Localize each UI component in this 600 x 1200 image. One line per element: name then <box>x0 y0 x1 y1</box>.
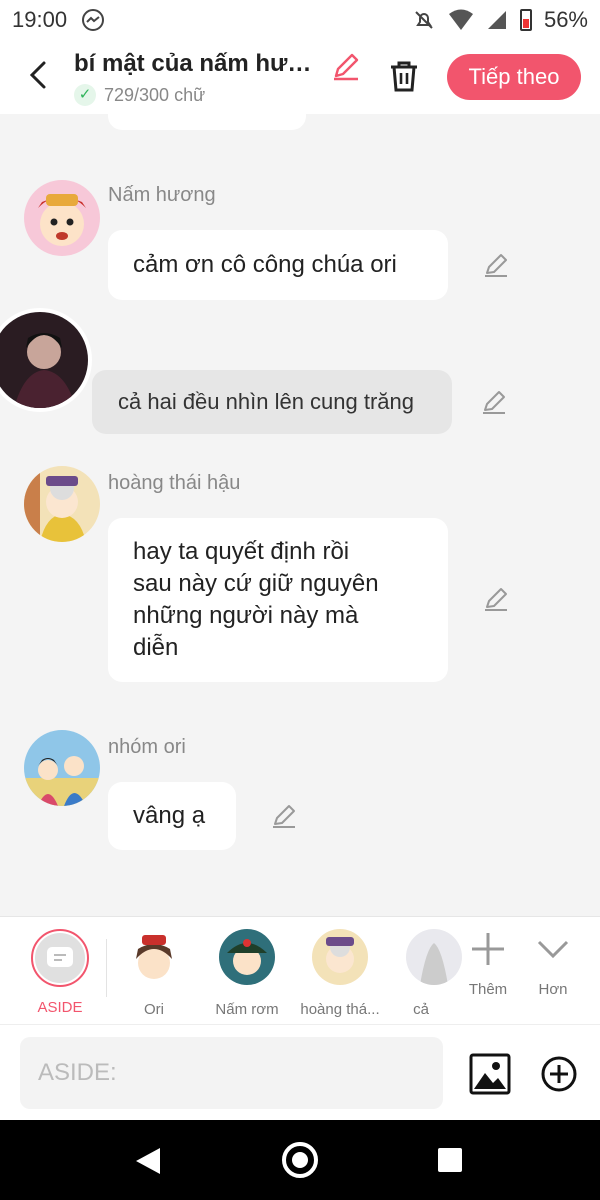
nav-back-icon[interactable] <box>136 1148 160 1174</box>
speaker-name: hoàng thái hậu <box>108 472 241 494</box>
avatar-nam-huong <box>24 180 100 256</box>
add-circle-icon[interactable] <box>540 1055 578 1093</box>
character-label: cả <box>413 1001 429 1018</box>
avatar <box>312 929 368 985</box>
system-nav-bar <box>0 1120 600 1200</box>
character-label: Nấm rơm <box>215 1001 279 1018</box>
status-time: 19:00 <box>12 7 68 32</box>
message-bubble[interactable]: vâng ạ <box>108 782 236 850</box>
character-label: ASIDE <box>37 999 83 1016</box>
character-ca[interactable]: cả <box>376 929 466 1018</box>
avatar-narrator <box>0 308 92 412</box>
message-line: những người này mà <box>133 602 359 629</box>
character-ori[interactable]: Ori <box>109 929 199 1018</box>
message-line: hay ta quyết định rồi <box>133 538 350 565</box>
more-button[interactable]: Hơn <box>525 929 581 998</box>
character-nam-rom[interactable]: Nấm rơm <box>202 929 292 1018</box>
signal-icon <box>487 11 506 29</box>
image-icon[interactable] <box>469 1053 511 1095</box>
message-bubble-partial[interactable] <box>108 114 306 130</box>
edit-pencil-icon[interactable] <box>270 802 298 830</box>
message-text: vâng ạ <box>133 802 206 829</box>
next-button[interactable]: Tiếp theo <box>447 54 581 100</box>
avatar-nhom-ori <box>24 730 100 806</box>
speaker-name: nhóm ori <box>108 736 186 758</box>
character-selector: ASIDE Ori Nấm rơm hoàng thá... cả Thêm H… <box>0 916 600 1024</box>
wifi-icon <box>448 9 473 30</box>
avatar <box>126 929 182 985</box>
message-bubble[interactable]: cảm ơn cô công chúa ori <box>108 230 448 300</box>
character-hoang-thai-hau[interactable]: hoàng thá... <box>295 929 385 1018</box>
header: bí mật của nấm hương ✓ 729/300 chữ Tiếp … <box>0 40 600 114</box>
chevron-left-icon <box>29 61 46 89</box>
more-label: Hơn <box>538 981 568 998</box>
plus-icon <box>472 933 504 965</box>
character-label: hoàng thá... <box>300 1001 380 1018</box>
word-count-text: 729/300 chữ <box>104 84 206 105</box>
check-icon: ✓ <box>74 84 96 106</box>
speaker-name: Nấm hương <box>108 184 216 206</box>
edit-pencil-icon[interactable] <box>482 251 510 279</box>
back-button[interactable] <box>22 58 56 92</box>
edit-title-pencil-icon[interactable] <box>330 50 362 82</box>
avatar <box>219 929 275 985</box>
mute-icon <box>415 11 433 29</box>
status-bar: 19:00 56% <box>0 0 600 40</box>
word-count: ✓ 729/300 chữ <box>74 84 205 106</box>
battery-percent: 56% <box>543 7 588 32</box>
aside-selected-ring <box>31 929 89 987</box>
narration-bubble[interactable]: cả hai đều nhìn lên cung trăng <box>92 370 452 434</box>
message-line: diễn <box>133 634 179 661</box>
message-text: cả hai đều nhìn lên cung trăng <box>118 389 415 414</box>
edit-pencil-icon[interactable] <box>482 585 510 613</box>
add-label: Thêm <box>468 981 508 998</box>
nav-recents-icon[interactable] <box>438 1148 462 1172</box>
add-character-button[interactable]: Thêm <box>460 929 516 998</box>
edit-pencil-icon[interactable] <box>480 388 508 416</box>
battery-icon <box>519 9 532 31</box>
character-label: Ori <box>144 1001 164 1018</box>
nav-home-icon[interactable] <box>282 1142 318 1178</box>
message-bubble[interactable]: hay ta quyết định rồi sau này cứ giữ ngu… <box>108 518 448 682</box>
chat-area[interactable]: Nấm hương cảm ơn cô công chúa ori cả hai… <box>0 114 600 916</box>
avatar <box>406 929 462 985</box>
delete-trash-icon[interactable] <box>386 58 422 94</box>
story-title: bí mật của nấm hương <box>74 50 324 77</box>
messenger-icon <box>82 9 105 31</box>
chevron-down-icon <box>537 940 569 959</box>
message-line: sau này cứ giữ nguyên <box>133 570 379 597</box>
message-input[interactable]: ASIDE: <box>20 1037 443 1109</box>
aside-avatar <box>35 933 85 983</box>
speech-bubble-icon <box>47 947 73 967</box>
character-aside[interactable]: ASIDE <box>15 929 105 1016</box>
message-text: cảm ơn cô công chúa ori <box>133 251 397 278</box>
avatar-hoang-thai-hau <box>24 466 100 542</box>
divider <box>106 939 107 997</box>
composer: ASIDE: <box>0 1024 600 1120</box>
